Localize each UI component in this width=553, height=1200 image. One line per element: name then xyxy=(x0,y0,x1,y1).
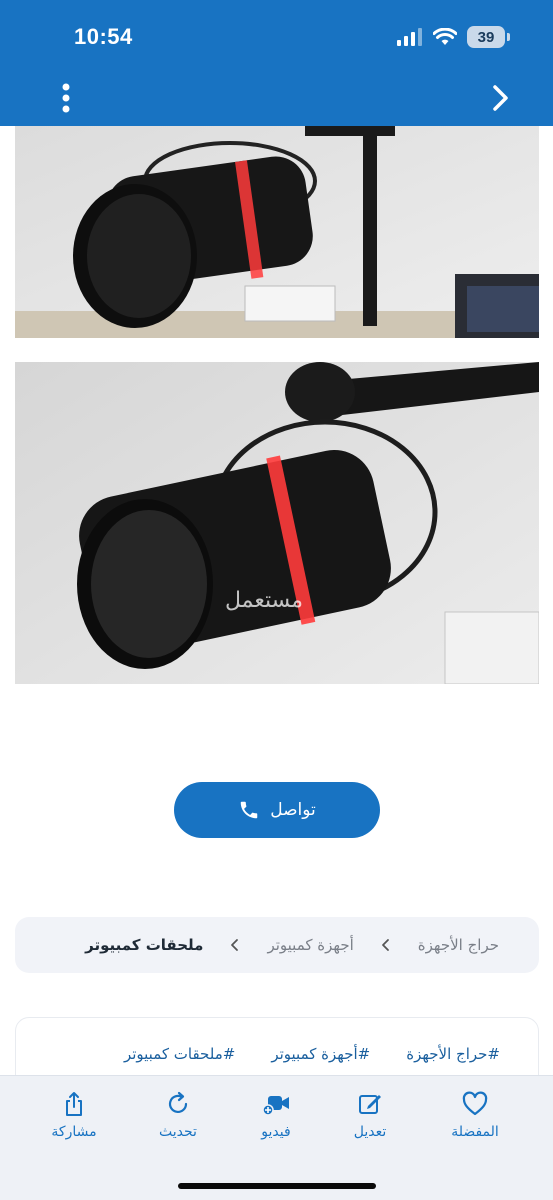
tag-link[interactable]: #حراج الأجهزة xyxy=(406,1045,500,1063)
contact-button-label: تواصل xyxy=(270,800,316,820)
battery-indicator: 39 xyxy=(467,26,510,48)
edit-label: تعديل xyxy=(353,1124,387,1140)
more-vertical-icon[interactable] xyxy=(56,82,76,114)
chevron-left-icon xyxy=(381,939,389,951)
wifi-icon xyxy=(433,28,457,45)
tag-link[interactable]: #ملحقات كمبيوتر xyxy=(124,1045,235,1063)
edit-button[interactable]: تعديل xyxy=(325,1090,415,1140)
heart-icon xyxy=(462,1091,488,1116)
chevron-right-icon[interactable] xyxy=(489,84,513,112)
refresh-button[interactable]: تحديث xyxy=(133,1090,223,1140)
favorite-button[interactable]: المفضلة xyxy=(430,1090,520,1140)
breadcrumb-item-accessories[interactable]: ملحقات كمبيوتر xyxy=(85,936,203,954)
share-button[interactable]: مشاركة xyxy=(29,1090,119,1140)
chevron-left-icon xyxy=(231,939,239,951)
refresh-label: تحديث xyxy=(159,1124,197,1140)
favorite-label: المفضلة xyxy=(451,1124,499,1140)
listing-photo-1[interactable] xyxy=(15,126,539,338)
refresh-icon xyxy=(168,1091,188,1113)
edit-icon xyxy=(359,1095,381,1114)
bottom-action-bar: المفضلة تعديل فيديو تحديث مشاركة xyxy=(0,1075,553,1200)
status-time: 10:54 xyxy=(74,24,133,49)
video-add-icon xyxy=(262,1096,289,1116)
video-label: فيديو xyxy=(261,1124,291,1140)
contact-button[interactable]: تواصل xyxy=(174,782,380,838)
svg-text:مستعمل: مستعمل xyxy=(225,588,303,613)
breadcrumb-item-devices[interactable]: حراج الأجهزة xyxy=(418,936,499,954)
cellular-signal-icon xyxy=(397,28,422,46)
listing-photo-2[interactable]: مستعمل xyxy=(15,362,539,684)
phone-icon xyxy=(240,801,258,819)
tags-list: #حراج الأجهزة #أجهزة كمبيوتر #ملحقات كمب… xyxy=(124,1045,500,1063)
share-label: مشاركة xyxy=(51,1124,97,1140)
video-button[interactable]: فيديو xyxy=(231,1090,321,1140)
breadcrumb-item-computers[interactable]: أجهزة كمبيوتر xyxy=(267,936,353,954)
app-header: 10:54 39 xyxy=(0,0,553,126)
tag-link[interactable]: #أجهزة كمبيوتر xyxy=(271,1045,370,1063)
status-icons: 39 xyxy=(397,26,510,48)
home-indicator xyxy=(178,1183,376,1189)
breadcrumb: حراج الأجهزة أجهزة كمبيوتر ملحقات كمبيوت… xyxy=(15,917,539,973)
share-icon xyxy=(66,1092,82,1116)
